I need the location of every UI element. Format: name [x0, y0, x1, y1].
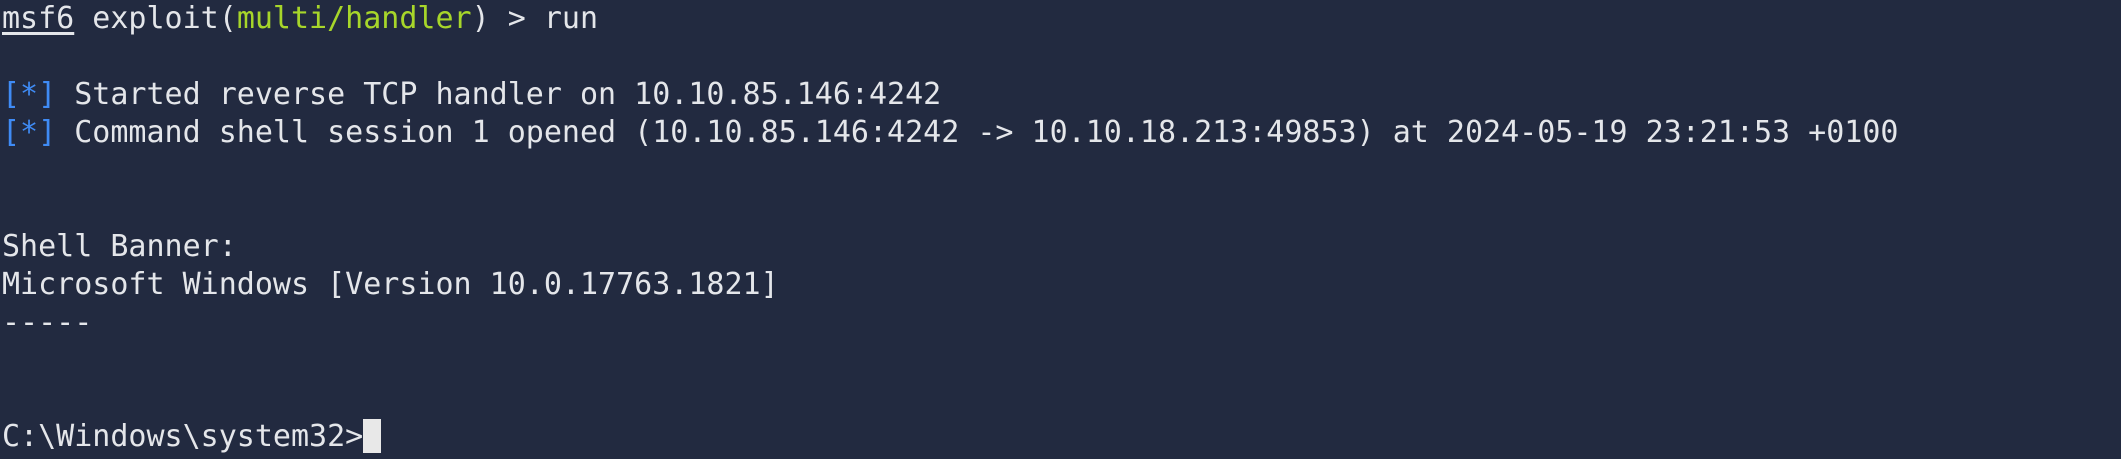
info-tag: [*] — [2, 115, 57, 150]
text-cursor — [363, 418, 382, 453]
exploit-prefix: exploit( — [74, 1, 237, 36]
banner-separator: ----- — [2, 305, 93, 340]
log-line: [*] Started reverse TCP handler on 10.10… — [2, 76, 2121, 114]
log-text: Started reverse TCP handler on 10.10.85.… — [56, 77, 942, 112]
msf-prompt-line: msf6 exploit(multi/handler) > run — [2, 0, 2121, 38]
shell-prompt: C:\Windows\system32> — [2, 419, 364, 454]
info-tag: [*] — [2, 77, 57, 112]
shell-prompt-line[interactable]: C:\Windows\system32> — [2, 418, 2121, 456]
log-line: [*] Command shell session 1 opened (10.1… — [2, 114, 2121, 152]
msf-prompt-label: msf6 — [2, 1, 75, 36]
banner-title: Shell Banner: — [2, 229, 237, 264]
module-name: multi/handler — [236, 1, 472, 36]
log-text: Command shell session 1 opened (10.10.85… — [56, 115, 1899, 150]
terminal-window[interactable]: msf6 exploit(multi/handler) > run [*] St… — [0, 0, 2121, 459]
command-text: run — [543, 1, 599, 36]
exploit-suffix: ) > — [471, 1, 544, 36]
banner-version: Microsoft Windows [Version 10.0.17763.18… — [2, 267, 779, 302]
